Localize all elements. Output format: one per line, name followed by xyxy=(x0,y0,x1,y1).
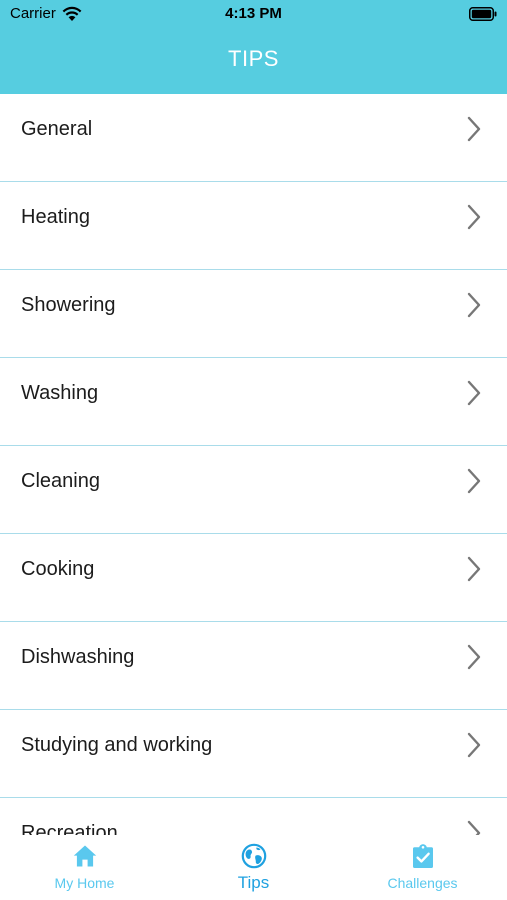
list-item-label: Washing xyxy=(21,382,99,404)
list-item-heating[interactable]: Heating xyxy=(0,182,507,270)
tab-bar: My Home Tips Challenges xyxy=(0,835,507,900)
list-item-label: Recreation xyxy=(21,822,118,835)
chevron-right-icon xyxy=(467,380,481,406)
status-bar: Carrier 4:13 PM xyxy=(0,0,507,30)
list-item-label: Cleaning xyxy=(21,470,100,492)
chevron-right-icon xyxy=(467,820,481,835)
tab-label: Challenges xyxy=(387,875,458,891)
page-title: TIPS xyxy=(228,46,279,71)
list-item-label: Studying and working xyxy=(21,734,213,756)
chevron-right-icon xyxy=(467,468,481,494)
list-item-label: Cooking xyxy=(21,558,95,580)
clipboard-check-icon xyxy=(412,844,433,868)
tab-my-home[interactable]: My Home xyxy=(0,835,169,900)
globe-icon xyxy=(241,843,266,869)
list-item-label: Dishwashing xyxy=(21,646,135,668)
status-time: 4:13 PM xyxy=(225,5,282,22)
tab-label: Tips xyxy=(237,873,270,892)
chevron-right-icon xyxy=(467,116,481,142)
list-item-washing[interactable]: Washing xyxy=(0,358,507,446)
tab-challenges[interactable]: Challenges xyxy=(338,835,507,900)
list-item-label: Heating xyxy=(21,206,90,228)
list-item-recreation[interactable]: Recreation xyxy=(0,798,507,835)
tab-label: My Home xyxy=(54,875,115,891)
tab-tips[interactable]: Tips xyxy=(169,835,338,900)
battery-icon xyxy=(469,7,497,21)
screen: Carrier 4:13 PM TIPS General Heating Sho… xyxy=(0,0,507,900)
chevron-right-icon xyxy=(467,644,481,670)
list-item-general[interactable]: General xyxy=(0,94,507,182)
list-item-studying-and-working[interactable]: Studying and working xyxy=(0,710,507,798)
list-item-label: General xyxy=(21,118,93,140)
home-icon xyxy=(73,845,96,867)
list-item-cooking[interactable]: Cooking xyxy=(0,534,507,622)
list-item-showering[interactable]: Showering xyxy=(0,270,507,358)
chevron-right-icon xyxy=(467,292,481,318)
navigation-header: Carrier 4:13 PM TIPS xyxy=(0,0,507,94)
chevron-right-icon xyxy=(467,732,481,758)
tips-category-list[interactable]: General Heating Showering Washing Cleani… xyxy=(0,94,507,835)
list-item-dishwashing[interactable]: Dishwashing xyxy=(0,622,507,710)
chevron-right-icon xyxy=(467,556,481,582)
list-item-label: Showering xyxy=(21,294,116,316)
list-item-cleaning[interactable]: Cleaning xyxy=(0,446,507,534)
chevron-right-icon xyxy=(467,204,481,230)
